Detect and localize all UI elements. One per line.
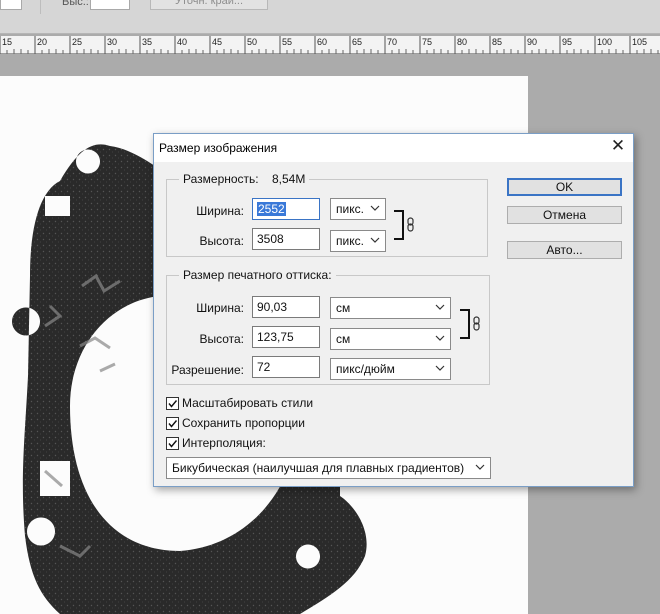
pixel-width-label: Ширина: <box>196 204 244 218</box>
pixel-link-bracket <box>394 210 404 240</box>
ruler-tick-label: 55 <box>282 37 292 47</box>
ruler-ticks: 15 20 25 30 35 40 45 50 55 60 65 70 75 80 85 90 95 100 105 <box>0 36 659 54</box>
ruler-tick-label: 35 <box>142 37 152 47</box>
ruler-tick-label: 70 <box>387 37 397 47</box>
ruler-tick-label: 105 <box>632 37 647 47</box>
interpolation-select[interactable]: Бикубическая (наилучшая для плавных град… <box>166 457 491 479</box>
ruler-tick-label: 100 <box>597 37 612 47</box>
print-width-label: Ширина: <box>196 301 244 315</box>
ruler-tick-label: 65 <box>352 37 362 47</box>
resolution-value: 72 <box>257 360 271 374</box>
ruler-tick-label: 90 <box>527 37 537 47</box>
image-size-dialog: Размер изображения ✕ Размерность: 8,54M … <box>153 133 634 487</box>
chevron-down-icon <box>475 461 485 473</box>
checkbox-box[interactable] <box>166 417 179 430</box>
interpolation-value: Бикубическая (наилучшая для плавных град… <box>172 461 465 475</box>
dialog-titlebar[interactable]: Размер изображения ✕ <box>154 134 633 162</box>
ruler-tick-label: 25 <box>72 37 82 47</box>
chevron-down-icon <box>435 332 445 344</box>
chevron-down-icon <box>370 202 380 214</box>
pixel-dimensions-legend: Размерность: 8,54M <box>179 172 310 186</box>
options-separator <box>40 0 41 14</box>
pixel-width-value: 2552 <box>257 202 286 216</box>
resolution-input[interactable]: 72 <box>252 356 320 378</box>
print-height-input[interactable]: 123,75 <box>252 326 320 348</box>
pixel-height-value: 3508 <box>257 232 284 246</box>
ruler-tick-label: 60 <box>317 37 327 47</box>
ruler-tick-label: 30 <box>107 37 117 47</box>
chevron-down-icon <box>435 362 445 374</box>
width-field[interactable] <box>0 0 22 10</box>
resolution-label: Разрешение: <box>171 363 244 377</box>
pixel-height-unit-select[interactable]: пикс. <box>330 230 386 252</box>
print-width-value: 90,03 <box>257 300 288 314</box>
cancel-button[interactable]: Отмена <box>507 206 622 224</box>
close-button[interactable]: ✕ <box>605 136 631 158</box>
chevron-down-icon <box>370 234 380 246</box>
pixel-dimensions-label: Размерность: <box>183 172 259 186</box>
ok-button[interactable]: OK <box>507 178 622 196</box>
horizontal-ruler: 15 20 25 30 35 40 45 50 55 60 65 70 75 80 85 90 95 100 105 <box>0 36 660 54</box>
resample-label: Интерполяция: <box>182 436 266 450</box>
print-width-input[interactable]: 90,03 <box>252 296 320 318</box>
pixel-height-unit: пикс. <box>336 234 364 248</box>
pixel-dimensions-size: 8,54M <box>271 172 306 186</box>
ruler-tick-label: 15 <box>2 37 12 47</box>
ruler-tick-label: 50 <box>247 37 257 47</box>
ruler-tick-label: 20 <box>37 37 47 47</box>
dialog-title: Размер изображения <box>159 141 278 155</box>
pixel-height-input[interactable]: 3508 <box>252 228 320 250</box>
print-size-legend: Размер печатного оттиска: <box>179 268 336 282</box>
pixel-height-label: Высота: <box>199 234 244 248</box>
ruler-tick-label: 40 <box>177 37 187 47</box>
pixel-width-unit-select[interactable]: пикс. <box>330 198 386 220</box>
ruler-tick-label: 75 <box>422 37 432 47</box>
constrain-proportions-label: Сохранить пропорции <box>182 416 305 430</box>
print-width-unit: см <box>336 301 351 315</box>
print-link-bracket <box>460 309 470 339</box>
height-field[interactable] <box>90 0 130 10</box>
chain-link-icon <box>473 316 480 331</box>
ruler-tick-label: 95 <box>562 37 572 47</box>
ruler-tick-label: 85 <box>492 37 502 47</box>
checkbox-box[interactable] <box>166 397 179 410</box>
options-bar: Выс.: Уточн. край... <box>0 0 660 34</box>
print-width-unit-select[interactable]: см <box>330 297 451 319</box>
print-height-unit-select[interactable]: см <box>330 328 451 350</box>
print-height-unit: см <box>336 332 351 346</box>
pixel-width-unit: пикс. <box>336 202 364 216</box>
print-height-label: Высота: <box>199 332 244 346</box>
refine-edge-button[interactable]: Уточн. край... <box>150 0 268 10</box>
resolution-unit-select[interactable]: пикс/дюйм <box>330 358 451 380</box>
chain-link-icon <box>407 217 414 232</box>
ruler-tick-label: 80 <box>457 37 467 47</box>
pixel-width-input[interactable]: 2552 <box>252 198 320 220</box>
resolution-unit: пикс/дюйм <box>336 362 395 376</box>
height-label: Выс.: <box>62 0 89 8</box>
ruler-tick-label: 45 <box>212 37 222 47</box>
print-height-value: 123,75 <box>257 330 294 344</box>
scale-styles-label: Масштабировать стили <box>182 396 314 410</box>
chevron-down-icon <box>435 301 445 313</box>
checkbox-box[interactable] <box>166 437 179 450</box>
auto-button[interactable]: Авто... <box>507 241 622 259</box>
